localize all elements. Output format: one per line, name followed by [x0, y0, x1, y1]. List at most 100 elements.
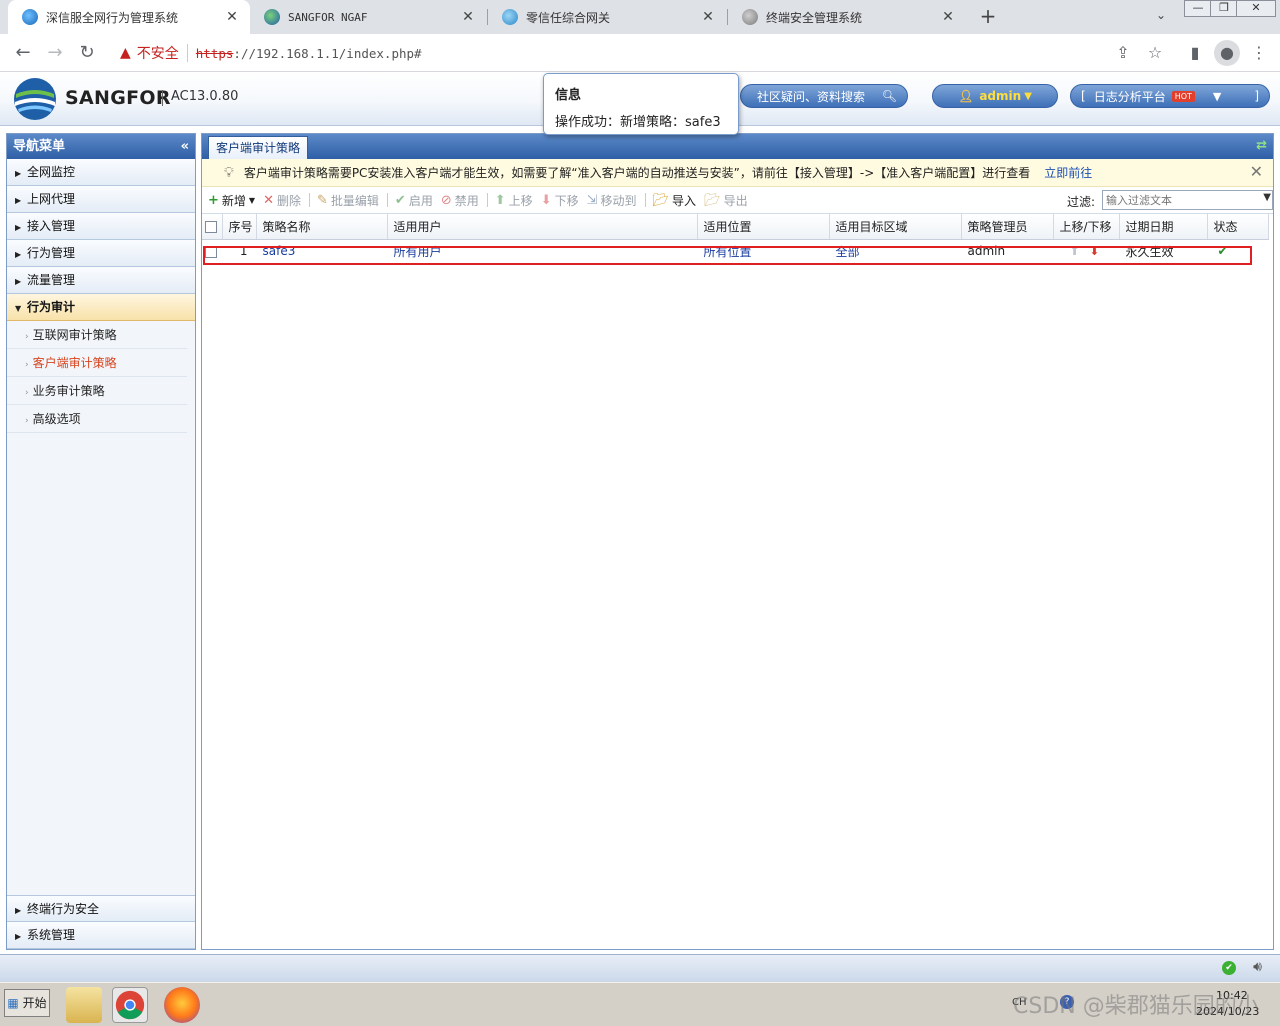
row-select-cell[interactable] [202, 239, 222, 263]
row-checkbox[interactable] [205, 245, 217, 258]
add-label: 新增 [221, 193, 246, 208]
select-all-cell[interactable] [202, 214, 223, 240]
move-up-button[interactable]: ⬆ 上移 [495, 192, 533, 209]
refresh-icon[interactable]: ⇄ [1256, 138, 1267, 153]
menu-icon[interactable]: ⋮ [1246, 40, 1272, 66]
sidebar-item-access[interactable]: ▶ 接入管理 [7, 213, 195, 240]
table-header-row: 序号 策略名称 适用用户 适用位置 适用目标区域 策略管理员 上移/下移 过期日… [202, 214, 1269, 240]
sangfor-favicon [22, 9, 38, 25]
go-now-link[interactable]: 立即前往 [1044, 164, 1092, 181]
security-label[interactable]: 不安全 [137, 43, 179, 63]
enable-button[interactable]: ✔ 启用 [395, 192, 433, 209]
profile-icon[interactable]: ● [1214, 40, 1240, 66]
tab-search-button[interactable]: ⌄ [1150, 8, 1172, 26]
sidebar-subitem-client-audit[interactable]: › 客户端审计策略 [7, 349, 187, 377]
chevron-down-icon[interactable]: ▼ [1263, 192, 1271, 203]
column-header[interactable]: 上移/下移 [1053, 214, 1120, 240]
close-tab-icon[interactable]: ✕ [940, 9, 956, 25]
sidebar-item-proxy[interactable]: ▶ 上网代理 [7, 186, 195, 213]
target-zone-link[interactable]: 全部 [829, 239, 961, 263]
search-icon[interactable]: 🔍︎ [882, 89, 897, 103]
column-header[interactable]: 过期日期 [1119, 214, 1208, 240]
minimize-button[interactable]: — [1184, 0, 1212, 17]
sidebar-subitem-advanced[interactable]: › 高级选项 [7, 405, 187, 433]
select-all-checkbox[interactable] [205, 220, 217, 233]
add-button[interactable]: + 新增 ▼ [208, 192, 255, 209]
sidebar-subitem-business-audit[interactable]: › 业务审计策略 [7, 377, 187, 405]
close-tab-icon[interactable]: ✕ [700, 9, 716, 25]
folder-import-icon: 📂︎ [652, 192, 670, 208]
page-tab-bar: 客户端审计策略 ⇄ [202, 134, 1273, 159]
applicable-users-link[interactable]: 所有用户 [387, 239, 697, 263]
sidebar-item-network-monitor[interactable]: ▶ 全网监控 [7, 159, 195, 186]
speaker-icon[interactable]: 🔊︎ [1253, 959, 1262, 975]
sidebar-item-system[interactable]: ▶ 系统管理 [7, 922, 195, 949]
browser-tab-ngaf[interactable]: SANGFOR NGAF ✕ [250, 0, 486, 34]
browser-tab-zero-trust[interactable]: 零信任综合网关 ✕ [488, 0, 726, 34]
log-platform-menu[interactable]: [ 日志分析平台 HOT ▼ ] [1070, 84, 1270, 108]
restore-button[interactable]: ❐ [1210, 0, 1238, 17]
sidebar-header: 导航菜单 « [7, 134, 195, 159]
arrow-down-icon[interactable]: ⬇ [1089, 244, 1099, 258]
table-row[interactable]: 1 safe3 所有用户 所有位置 全部 admin ⬆ ⬇ 永久生效 ✔ [202, 239, 1268, 263]
address-bar[interactable]: ▲ 不安全 https://192.168.1.1/index.php# [108, 38, 1138, 68]
close-tab-icon[interactable]: ✕ [460, 9, 476, 25]
share-icon[interactable]: ⇪ [1110, 40, 1136, 66]
column-header[interactable]: 适用目标区域 [829, 214, 962, 240]
column-header[interactable]: 状态 [1207, 214, 1269, 240]
bookmark-star-icon[interactable]: ☆ [1142, 40, 1168, 66]
batch-edit-button[interactable]: ✎ 批量编辑 [317, 192, 379, 209]
filter-input[interactable] [1102, 190, 1273, 210]
export-label: 导出 [723, 193, 748, 208]
community-search-box[interactable]: 社区疑问、资料搜索 🔍︎ [740, 84, 908, 108]
sidebar-item-traffic[interactable]: ▶ 流量管理 [7, 267, 195, 294]
sidebar-item-behavior[interactable]: ▶ 行为管理 [7, 240, 195, 267]
close-window-button[interactable]: ✕ [1236, 0, 1276, 17]
reload-icon[interactable]: ↻ [74, 40, 100, 66]
side-panel-icon[interactable]: ▮ [1182, 40, 1208, 66]
chrome-icon[interactable] [112, 987, 148, 1023]
url-text[interactable]: https://192.168.1.1/index.php# [196, 46, 422, 61]
import-button[interactable]: 📂︎ 导入 [653, 192, 697, 209]
disable-label: 禁用 [454, 193, 479, 208]
close-tab-icon[interactable]: ✕ [224, 9, 240, 25]
column-header[interactable]: 策略管理员 [961, 214, 1054, 240]
column-header[interactable]: 策略名称 [256, 214, 388, 240]
move-to-button[interactable]: ⇲ 移动到 [587, 192, 637, 209]
new-tab-button[interactable]: + [976, 5, 1000, 29]
column-header[interactable]: 适用用户 [387, 214, 698, 240]
sidebar-item-label: 终端行为安全 [27, 902, 100, 916]
user-menu[interactable]: 👤︎ admin ▼ [932, 84, 1058, 108]
import-label: 导入 [672, 193, 697, 208]
sidebar-item-endpoint-security[interactable]: ▶ 终端行为安全 [7, 895, 195, 922]
delete-button[interactable]: ✕ 删除 [263, 192, 301, 209]
plus-icon: + [208, 192, 219, 208]
firefox-icon[interactable] [164, 987, 200, 1023]
export-button[interactable]: 📂︎ 导出 [704, 192, 748, 209]
chevron-down-icon: ▼ [1212, 89, 1222, 103]
file-explorer-icon[interactable] [66, 987, 102, 1023]
browser-tab-sangfor-ac[interactable]: 深信服全网行为管理系统 ✕ [8, 0, 250, 34]
collapse-sidebar-icon[interactable]: « [181, 134, 189, 159]
column-header[interactable]: 适用位置 [697, 214, 830, 240]
browser-tab-endpoint[interactable]: 终端安全管理系统 ✕ [728, 0, 966, 34]
warning-icon[interactable]: ▲ [120, 45, 131, 61]
policy-name-link[interactable]: safe3 [256, 239, 387, 263]
start-button[interactable]: ▦ 开始 [4, 989, 50, 1017]
caret-right-icon: ▶ [15, 223, 22, 232]
column-header[interactable]: 序号 [222, 214, 257, 240]
status-cell[interactable]: ✔ [1207, 239, 1268, 263]
move-to-label: 移动到 [600, 193, 637, 208]
sidebar-subitem-internet-audit[interactable]: › 互联网审计策略 [7, 321, 187, 349]
close-icon[interactable]: ✕ [1250, 162, 1263, 181]
enabled-check-icon[interactable]: ✔ [1218, 244, 1228, 258]
tab-client-audit-policy[interactable]: 客户端审计策略 [208, 136, 309, 159]
forward-icon[interactable]: → [42, 40, 68, 66]
disable-button[interactable]: ⊘ 禁用 [441, 192, 479, 209]
move-down-button[interactable]: ⬇ 下移 [541, 192, 579, 209]
arrow-up-icon[interactable]: ⬆ [1070, 244, 1080, 258]
applicable-location-link[interactable]: 所有位置 [697, 239, 829, 263]
back-icon[interactable]: ← [10, 40, 36, 66]
sidebar-item-audit[interactable]: ▼ 行为审计 [7, 294, 195, 321]
move-to-icon: ⇲ [586, 192, 598, 208]
